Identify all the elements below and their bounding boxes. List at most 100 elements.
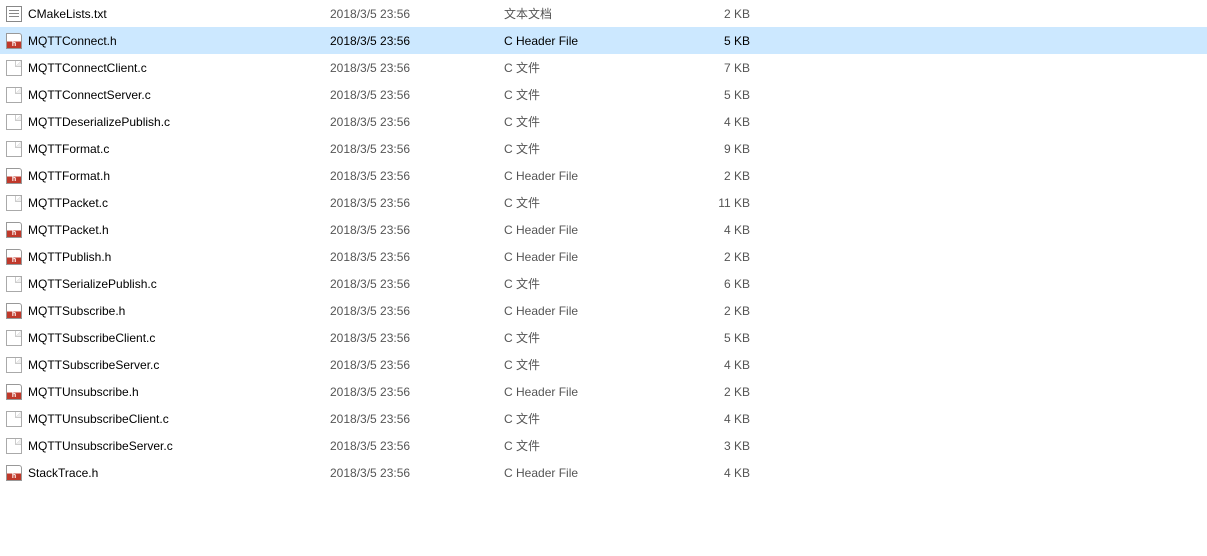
file-size: 2 KB [696, 304, 750, 318]
file-date: 2018/3/5 23:56 [330, 169, 504, 183]
file-name-cell: MQTTSubscribeServer.c [6, 357, 330, 373]
file-row[interactable]: MQTTUnsubscribe.h 2018/3/5 23:56C Header … [0, 378, 1207, 405]
file-name: MQTTPacket.h [28, 223, 109, 237]
c-file-icon [6, 330, 22, 346]
c-file-icon [6, 141, 22, 157]
file-row[interactable]: MQTTSubscribe.h 2018/3/5 23:56C Header Fi… [0, 297, 1207, 324]
file-name: MQTTSubscribe.h [28, 304, 125, 318]
file-name: MQTTSerializePublish.c [28, 277, 157, 291]
file-size: 4 KB [696, 466, 750, 480]
file-row[interactable]: MQTTConnectClient.c 2018/3/5 23:56C 文件7 K… [0, 54, 1207, 81]
file-row[interactable]: MQTTPacket.c2018/3/5 23:56C 文件11 KB [0, 189, 1207, 216]
file-name-cell: MQTTConnectServer.c [6, 87, 330, 103]
file-type: C 文件 [504, 410, 696, 427]
file-name-cell: MQTTSubscribeClient.c [6, 330, 330, 346]
file-name: MQTTUnsubscribeClient.c [28, 412, 169, 426]
file-type: C Header File [504, 304, 696, 318]
file-size: 2 KB [696, 7, 750, 21]
file-date: 2018/3/5 23:56 [330, 88, 504, 102]
file-size: 4 KB [696, 223, 750, 237]
file-date: 2018/3/5 23:56 [330, 61, 504, 75]
file-type: C 文件 [504, 329, 696, 346]
header-file-icon [6, 168, 22, 184]
file-type: C 文件 [504, 194, 696, 211]
file-row[interactable]: MQTTSubscribeServer.c2018/3/5 23:56C 文件4… [0, 351, 1207, 378]
file-name-cell: MQTTFormat.c [6, 141, 330, 157]
file-name: MQTTDeserializePublish.c [28, 115, 170, 129]
file-name: MQTTConnectClient.c [28, 61, 147, 75]
file-row[interactable]: MQTTConnectServer.c2018/3/5 23:56C 文件5 K… [0, 81, 1207, 108]
file-size: 5 KB [696, 331, 750, 345]
file-type: C Header File [504, 385, 696, 399]
c-file-icon [6, 195, 22, 211]
file-date: 2018/3/5 23:56 [330, 7, 504, 21]
file-size: 2 KB [696, 385, 750, 399]
file-name: MQTTPublish.h [28, 250, 111, 264]
c-file-icon [6, 438, 22, 454]
file-date: 2018/3/5 23:56 [330, 412, 504, 426]
c-file-icon [6, 357, 22, 373]
c-file-icon [6, 114, 22, 130]
file-row[interactable]: MQTTUnsubscribeServer.c 2018/3/5 23:56C 文… [0, 432, 1207, 459]
file-name-cell: MQTTConnectClient.c [6, 60, 330, 76]
file-name-cell: MQTTUnsubscribe.h [6, 384, 330, 400]
file-type: C 文件 [504, 59, 696, 76]
file-name: MQTTFormat.c [28, 142, 109, 156]
header-file-icon [6, 384, 22, 400]
c-file-icon [6, 411, 22, 427]
file-name: MQTTSubscribeClient.c [28, 331, 155, 345]
file-type: C Header File [504, 466, 696, 480]
file-name: MQTTUnsubscribeServer.c [28, 439, 173, 453]
file-row[interactable]: MQTTFormat.h2018/3/5 23:56C Header File2… [0, 162, 1207, 189]
file-size: 5 KB [696, 88, 750, 102]
file-date: 2018/3/5 23:56 [330, 358, 504, 372]
file-row[interactable]: MQTTFormat.c2018/3/5 23:56C 文件9 KB [0, 135, 1207, 162]
file-row[interactable]: CMakeLists.txt 2018/3/5 23:56文本文档2 KB [0, 0, 1207, 27]
file-size: 4 KB [696, 115, 750, 129]
file-date: 2018/3/5 23:56 [330, 223, 504, 237]
file-name: MQTTUnsubscribe.h [28, 385, 139, 399]
file-date: 2018/3/5 23:56 [330, 196, 504, 210]
file-row[interactable]: MQTTPacket.h2018/3/5 23:56C Header File4… [0, 216, 1207, 243]
file-type: C 文件 [504, 437, 696, 454]
file-row[interactable]: MQTTDeserializePublish.c2018/3/5 23:56C … [0, 108, 1207, 135]
file-row[interactable]: MQTTSerializePublish.c2018/3/5 23:56C 文件… [0, 270, 1207, 297]
file-date: 2018/3/5 23:56 [330, 439, 504, 453]
file-size: 5 KB [696, 34, 750, 48]
file-type: C Header File [504, 250, 696, 264]
file-name: StackTrace.h [28, 466, 98, 480]
file-size: 7 KB [696, 61, 750, 75]
header-file-icon [6, 249, 22, 265]
file-name: MQTTSubscribeServer.c [28, 358, 159, 372]
file-name: MQTTConnect.h [28, 34, 117, 48]
file-type: 文本文档 [504, 5, 696, 22]
file-row[interactable]: MQTTConnect.h2018/3/5 23:56C Header File… [0, 27, 1207, 54]
c-file-icon [6, 60, 22, 76]
file-row[interactable]: MQTTUnsubscribeClient.c 2018/3/5 23:56C 文… [0, 405, 1207, 432]
file-size: 3 KB [696, 439, 750, 453]
text-file-icon [6, 6, 22, 22]
file-name: CMakeLists.txt [28, 7, 107, 21]
file-name-cell: MQTTFormat.h [6, 168, 330, 184]
file-date: 2018/3/5 23:56 [330, 331, 504, 345]
file-date: 2018/3/5 23:56 [330, 385, 504, 399]
file-type: C Header File [504, 34, 696, 48]
file-type: C 文件 [504, 356, 696, 373]
file-name-cell: MQTTPacket.c [6, 195, 330, 211]
file-row[interactable]: MQTTPublish.h2018/3/5 23:56C Header File… [0, 243, 1207, 270]
file-row[interactable]: MQTTSubscribeClient.c 2018/3/5 23:56C 文件5… [0, 324, 1207, 351]
header-file-icon [6, 303, 22, 319]
header-file-icon [6, 222, 22, 238]
file-row[interactable]: StackTrace.h2018/3/5 23:56C Header File4… [0, 459, 1207, 486]
file-name: MQTTPacket.c [28, 196, 108, 210]
file-size: 6 KB [696, 277, 750, 291]
file-name-cell: MQTTDeserializePublish.c [6, 114, 330, 130]
file-date: 2018/3/5 23:56 [330, 277, 504, 291]
header-file-icon [6, 33, 22, 49]
file-size: 4 KB [696, 412, 750, 426]
file-date: 2018/3/5 23:56 [330, 304, 504, 318]
file-name-cell: MQTTSerializePublish.c [6, 276, 330, 292]
file-size: 9 KB [696, 142, 750, 156]
file-name-cell: MQTTPublish.h [6, 249, 330, 265]
c-file-icon [6, 87, 22, 103]
